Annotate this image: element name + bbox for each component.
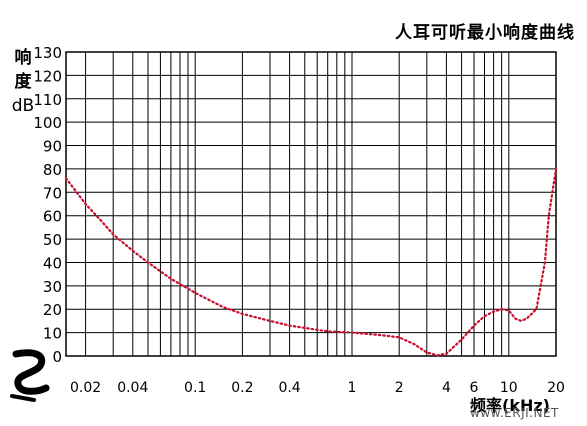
- x-tick-label: 0.2: [231, 380, 253, 396]
- y-tick-labels: 0 10 20 30 40 50 60 70 80 90 100 110 120 130: [33, 44, 62, 366]
- y-tick-label: 30: [43, 278, 62, 296]
- y-tick-label: 110: [33, 91, 62, 109]
- x-tick-label: 0.04: [117, 380, 148, 396]
- y-tick-label: 0: [52, 348, 62, 366]
- x-tick-label: 0.1: [184, 380, 206, 396]
- y-tick-label: 90: [43, 138, 62, 156]
- plot-frame: [65, 51, 557, 357]
- chart-page: 人耳可听最小响度曲线 响 度 dB 0 10 20 30 40 50 60 70 80 90 100…: [0, 0, 587, 426]
- y-tick-label: 60: [43, 208, 62, 226]
- y-tick-label: 130: [33, 44, 62, 62]
- x-tick-label: 0.02: [70, 380, 101, 396]
- y-tick-label: 100: [33, 114, 62, 132]
- logo-icon: [6, 348, 52, 408]
- plot-border: [65, 51, 557, 357]
- y-tick-label: 10: [43, 325, 62, 343]
- y-tick-label: 50: [43, 231, 62, 249]
- x-tick-label: 2: [395, 380, 404, 396]
- x-tick-label: 4: [442, 380, 451, 396]
- y-tick-label: 70: [43, 184, 62, 202]
- y-tick-label: 40: [43, 254, 62, 272]
- grid-lines: [66, 51, 557, 357]
- y-tick-label: 120: [33, 67, 62, 85]
- x-tick-label: 0.4: [278, 380, 300, 396]
- x-tick-label: 1: [348, 380, 357, 396]
- y-tick-label: 20: [43, 301, 62, 319]
- y-tick-label: 80: [43, 161, 62, 179]
- threshold-chart: 0 10 20 30 40 50 60 70 80 90 100 110 120 130 0.02 0.04…: [33, 44, 565, 396]
- watermark-text: www.ERJI.NET: [470, 406, 559, 420]
